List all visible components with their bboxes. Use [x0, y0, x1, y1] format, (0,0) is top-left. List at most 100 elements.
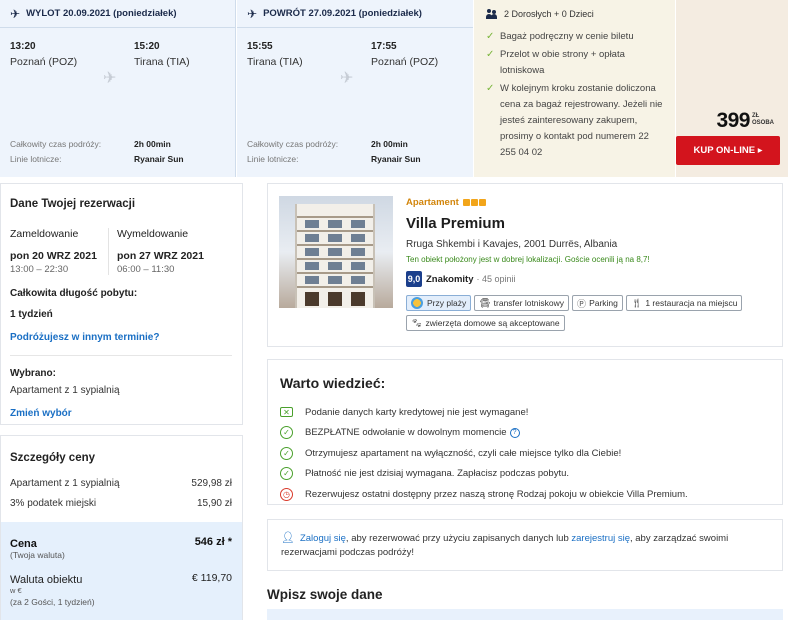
duration-label: Całkowity czas podróży: — [247, 139, 339, 149]
facility-badge: 🐾︎ zwierzęta domowe są akceptowane — [406, 315, 565, 331]
restaurant-icon: 🍴︎ — [630, 297, 643, 308]
stay-label: Całkowita długość pobytu: — [10, 288, 138, 299]
info-bullet: ✓ Bagaż podręczny w cenie biletu — [486, 29, 665, 45]
register-link[interactable]: zarejestruj się — [571, 533, 630, 544]
info-bullet: ✓ Przelot w obie strony + opłata lotnisko… — [486, 49, 625, 76]
outbound-arr-time: 15:20 — [134, 41, 160, 52]
local-currency-label: Waluta obiektu — [10, 574, 83, 586]
login-link[interactable]: Zaloguj się — [300, 533, 346, 544]
price-details-card: Szczegóły ceny Apartament z 1 sypialnią 5… — [0, 435, 243, 620]
duration-value: 2h 00min — [371, 139, 408, 149]
price-row: 3% podatek miejski 15,90 zł — [10, 498, 232, 509]
checkin-date: pon 20 WRZ 2021 — [10, 250, 97, 262]
facility-badge: 🚍︎ transfer lotniskowy — [474, 295, 570, 311]
return-title: POWRÓT 27.09.2021 (poniedziałek) — [263, 8, 422, 19]
paw-icon: 🐾︎ — [411, 317, 423, 328]
check-circle-icon: ✓ — [280, 467, 293, 481]
landing-icon: ✈ — [247, 6, 258, 21]
worth-item: ✓ Otrzymujesz apartament na wyłączność, c… — [280, 443, 782, 464]
return-arr-time: 17:55 — [371, 41, 397, 52]
return-dep-airport: Tirana (TIA) — [247, 56, 303, 68]
price-value: 399 — [716, 109, 750, 132]
star-icon — [462, 199, 470, 206]
takeoff-icon: ✈ — [10, 6, 21, 21]
check-icon: ✓ — [486, 49, 495, 60]
flight-info-panel: 2 Dorosłych + 0 Dzieci ✓ Bagaż podręczny … — [474, 0, 675, 177]
details-form — [267, 609, 783, 620]
facility-badge: Przy plaży — [406, 295, 472, 311]
checkout: Wymeldowanie pon 27 WRZ 2021 06:00 – 11:… — [108, 228, 204, 275]
worth-knowing-card: Warto wiedzieć: ✕ Podanie danych karty kr… — [267, 359, 783, 505]
enter-details-title: Wpisz swoje dane — [267, 587, 383, 602]
outbound-arr-airport: Tirana (TIA) — [134, 56, 190, 68]
check-icon: ✓ — [486, 31, 495, 42]
offer-price: 399 ZŁ OSOBA — [716, 109, 774, 133]
passengers-text: 2 Dorosłych + 0 Dzieci — [504, 9, 594, 19]
divider — [10, 355, 232, 356]
location-note: Ten obiekt położony jest w dobrej lokali… — [406, 255, 650, 264]
price-details-title: Szczegóły ceny — [10, 452, 96, 464]
total-price-box: Cena 546 zł * (Twoja waluta) Waluta obie… — [1, 522, 242, 620]
bus-icon: 🚍︎ — [479, 297, 491, 308]
passengers: 2 Dorosłych + 0 Dzieci — [486, 9, 665, 19]
card-icon: ✕ — [280, 407, 293, 418]
facility-badge: Ⓟ Parking — [572, 295, 623, 311]
local-currency-note: (za 2 Gości, 1 tydzień) — [10, 597, 95, 607]
airline-label: Linie lotnicze: — [247, 154, 299, 164]
checkin: Zameldowanie pon 20 WRZ 2021 13:00 – 22:… — [10, 228, 97, 275]
airline-value: Ryanair Sun — [134, 154, 184, 164]
return-arr-airport: Poznań (POZ) — [371, 56, 439, 68]
plane-icon: ✈ — [340, 70, 354, 87]
check-circle-icon: ✓ — [280, 426, 293, 440]
reservation-card: Dane Twojej rezerwacji Zameldowanie pon … — [0, 183, 243, 425]
worth-item: ✓ BEZPŁATNE odwołanie w dowolnym momencie… — [280, 423, 782, 444]
duration-value: 2h 00min — [134, 139, 171, 149]
review-count[interactable]: · 45 opinii — [477, 274, 516, 284]
help-icon[interactable]: ? — [509, 427, 520, 438]
total-value: 546 zł * — [194, 536, 232, 548]
buy-online-button[interactable]: KUP ON-LINE ▸ — [676, 136, 780, 165]
check-icon: ✓ — [486, 83, 495, 94]
building-image — [295, 204, 375, 308]
local-currency-value: € 119,70 — [191, 572, 232, 584]
hotel-type: Apartament — [406, 197, 776, 208]
star-rating — [462, 199, 487, 206]
outbound-header: ✈ WYLOT 20.09.2021 (poniedziałek) — [0, 0, 235, 28]
login-note: 👤︎ Zaloguj się, aby rezerwować przy użyci… — [267, 519, 783, 571]
local-currency-unit: w € — [10, 586, 22, 595]
price-currency: ZŁ — [751, 113, 760, 119]
return-dep-time: 15:55 — [247, 41, 273, 52]
return-leg: ✈ POWRÓT 27.09.2021 (poniedziałek) 15:55… — [237, 0, 473, 177]
info-bullet: ✓ W kolejnym kroku zostanie doliczona cen… — [486, 83, 663, 158]
review-score: 9,0 — [406, 271, 422, 287]
outbound-dep-airport: Poznań (POZ) — [10, 56, 78, 68]
change-selection-link[interactable]: Zmień wybór — [10, 408, 242, 419]
return-header: ✈ POWRÓT 27.09.2021 (poniedziałek) — [237, 0, 473, 28]
hotel-name[interactable]: Villa Premium — [406, 215, 776, 232]
worth-item: ◷ Rezerwujesz ostatni dostępny przez nasz… — [280, 484, 782, 505]
hotel-card: Apartament Villa Premium Rruga Shkembi i… — [267, 183, 783, 347]
star-icon — [478, 199, 486, 206]
beach-icon — [411, 297, 423, 309]
hotel-address: Rruga Shkembi i Kavajes, 2001 Durrës, Al… — [406, 239, 618, 250]
hotel-photo[interactable] — [279, 196, 393, 308]
check-circle-icon: ✓ — [280, 446, 293, 460]
checkout-date: pon 27 WRZ 2021 — [117, 250, 204, 262]
selected-value: Apartament z 1 sypialnią — [10, 385, 120, 396]
duration-label: Całkowity czas podróży: — [10, 139, 102, 149]
facility-badge: 🍴︎ 1 restauracja na miejscu — [625, 295, 743, 311]
checkout-hours: 06:00 – 11:30 — [117, 264, 175, 275]
facilities: Przy plaży 🚍︎ transfer lotniskowy Ⓟ Parkin… — [406, 295, 766, 335]
stay-value: 1 tydzień — [10, 309, 53, 320]
airline-value: Ryanair Sun — [371, 154, 421, 164]
worth-item: ✓ Płatność nie jest dzisiaj wymagana. Zap… — [280, 464, 782, 485]
outbound-leg: ✈ WYLOT 20.09.2021 (poniedziałek) 13:20 … — [0, 0, 236, 177]
user-icon: 👤︎ — [281, 532, 295, 544]
flight-strip: ✈ WYLOT 20.09.2021 (poniedziałek) 13:20 … — [0, 0, 788, 177]
reservation-title: Dane Twojej rezerwacji — [10, 198, 136, 210]
total-label: Cena — [10, 538, 37, 550]
review-rating: 9,0 Znakomity · 45 opinii — [406, 271, 776, 287]
people-icon — [486, 9, 498, 19]
other-dates-link[interactable]: Podróżujesz w innym terminie? — [10, 332, 242, 343]
selected-label: Wybrano: — [10, 368, 56, 379]
